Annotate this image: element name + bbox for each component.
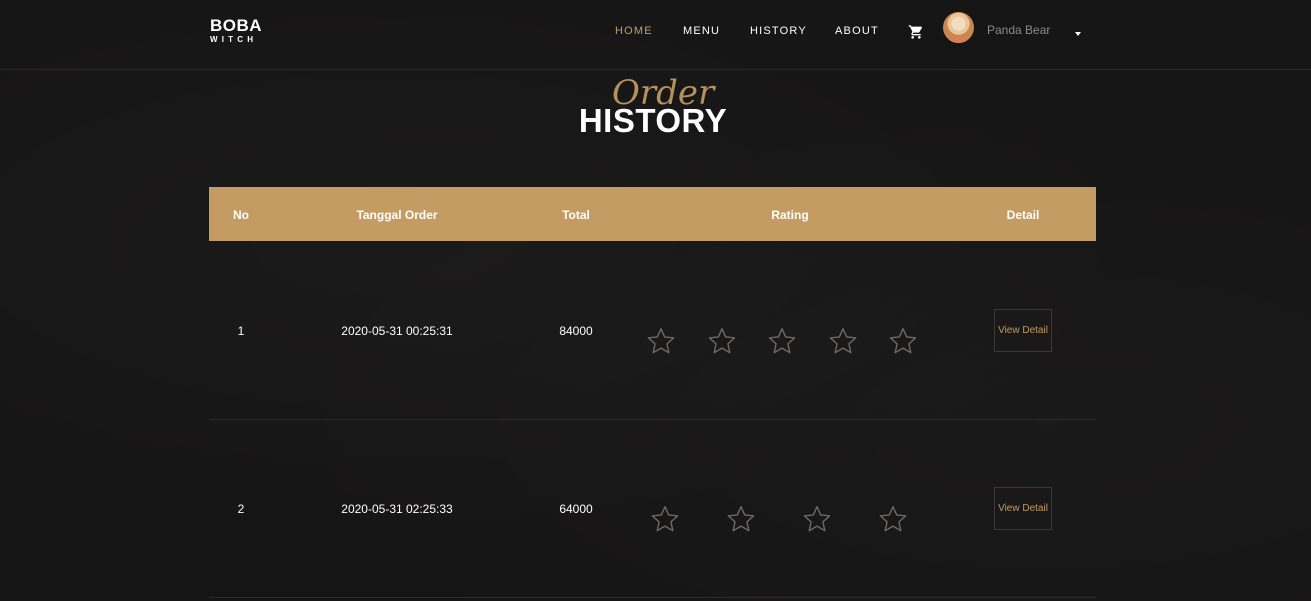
nav-history-link[interactable]: HISTORY <box>750 25 807 37</box>
caret-down-icon[interactable] <box>1075 32 1081 36</box>
star-icon[interactable] <box>888 326 918 356</box>
star-icon[interactable] <box>650 504 680 534</box>
nav-about-link[interactable]: ABOUT <box>835 25 879 37</box>
star-icon[interactable] <box>767 326 797 356</box>
header-total: Total <box>562 208 590 222</box>
user-name[interactable]: Panda Bear <box>987 23 1050 37</box>
header-date: Tanggal Order <box>356 208 438 222</box>
cell-no: 1 <box>237 324 245 338</box>
star-icon[interactable] <box>878 504 908 534</box>
brand-tagline: WITCH <box>210 35 258 44</box>
star-icon[interactable] <box>707 326 737 356</box>
header-detail: Detail <box>1006 208 1040 222</box>
table-header: No Tanggal Order Total Rating Detail <box>209 187 1096 241</box>
nav-home-link[interactable]: HOME <box>615 25 653 37</box>
user-avatar[interactable] <box>943 12 974 43</box>
cart-icon[interactable] <box>908 24 924 40</box>
header-rating: Rating <box>771 208 809 222</box>
view-detail-button[interactable]: View Detail <box>994 487 1052 530</box>
table-row: 1 2020-05-31 00:25:31 84000 View Detail <box>209 242 1096 420</box>
star-icon[interactable] <box>802 504 832 534</box>
page-title: HISTORY <box>578 102 728 139</box>
star-icon[interactable] <box>726 504 756 534</box>
cell-total: 84000 <box>559 324 593 338</box>
cell-total: 64000 <box>559 502 593 516</box>
header-no: No <box>233 208 249 222</box>
brand-name: BOBA <box>210 16 263 35</box>
star-icon[interactable] <box>646 326 676 356</box>
nav-menu-link[interactable]: MENU <box>683 25 720 37</box>
view-detail-button[interactable]: View Detail <box>994 309 1052 352</box>
cell-date: 2020-05-31 02:25:33 <box>341 502 453 516</box>
brand-logo[interactable]: BOBA WITCH <box>210 17 262 44</box>
cell-no: 2 <box>237 502 245 516</box>
cell-date: 2020-05-31 00:25:31 <box>341 324 453 338</box>
star-icon[interactable] <box>828 326 858 356</box>
navbar: BOBA WITCH HOME MENU HISTORY ABOUT Panda… <box>0 0 1311 70</box>
table-row: 2 2020-05-31 02:25:33 64000 View Detail <box>209 420 1096 598</box>
